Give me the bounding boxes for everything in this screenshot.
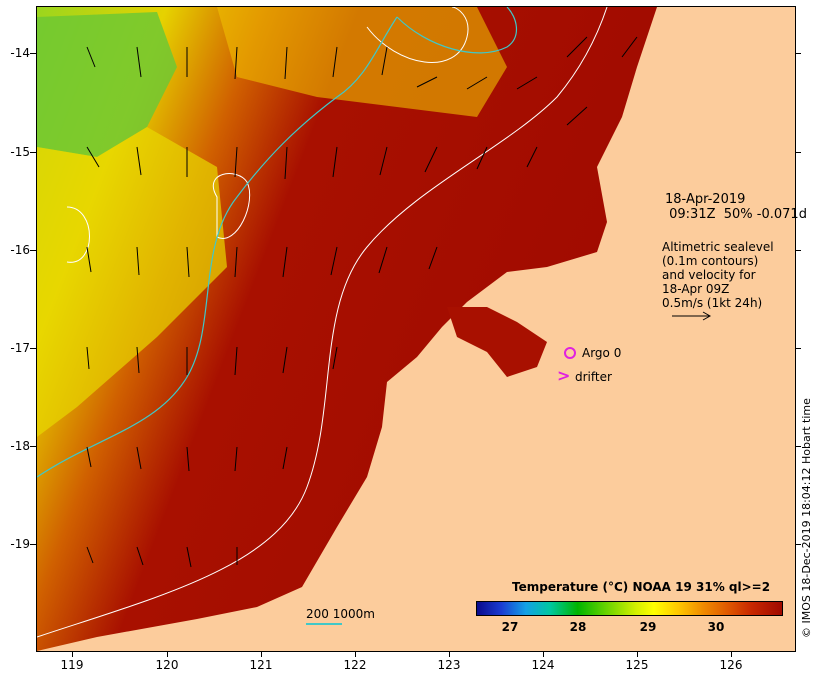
lat-tick	[30, 544, 36, 545]
lon-label: 121	[249, 658, 273, 672]
lon-label: 126	[719, 658, 743, 672]
lon-tick	[543, 651, 544, 657]
lat-label: -19	[10, 537, 30, 551]
time-line: 09:31Z 50% -0.071d	[665, 207, 807, 222]
colorbar-tick: 30	[707, 620, 725, 634]
lat-label: -15	[10, 145, 30, 159]
colorbar-tick: 29	[639, 620, 657, 634]
colorbar-tick: 27	[501, 620, 519, 634]
lon-label: 120	[155, 658, 179, 672]
lon-tick	[449, 651, 450, 657]
lat-label: -14	[10, 46, 30, 60]
isobath-scale-label: 200 1000m	[306, 607, 375, 621]
lat-tick-right	[795, 250, 801, 251]
sst-map-graphic	[37, 7, 712, 651]
lon-tick	[731, 651, 732, 657]
credit-text: © IMOS 18-Dec-2019 18:04:12 Hobart time	[800, 398, 813, 638]
isobath-scale-line	[306, 623, 342, 625]
argo-label: Argo 0	[582, 346, 622, 360]
lon-tick	[637, 651, 638, 657]
argo-marker-icon	[564, 347, 576, 359]
lat-tick	[30, 53, 36, 54]
lon-label: 122	[343, 658, 367, 672]
altimetry-info: Altimetric sealevel (0.1m contours) and …	[662, 240, 774, 310]
drifter-label: drifter	[575, 370, 612, 384]
lat-tick	[30, 348, 36, 349]
date-info: 18-Apr-2019 09:31Z 50% -0.071d	[665, 192, 807, 222]
lat-tick	[30, 446, 36, 447]
lat-tick	[30, 250, 36, 251]
lat-tick-right	[795, 53, 801, 54]
temperature-colorbar	[476, 601, 783, 616]
lat-label: -16	[10, 243, 30, 257]
lat-label: -18	[10, 439, 30, 453]
lon-label: 123	[437, 658, 461, 672]
lat-tick	[30, 152, 36, 153]
drifter-marker-icon: >	[557, 366, 571, 385]
colorbar-title: Temperature (°C) NOAA 19 31% ql>=2	[512, 580, 771, 594]
bay-water	[447, 307, 547, 377]
lon-tick	[167, 651, 168, 657]
lon-tick	[355, 651, 356, 657]
lon-tick	[261, 651, 262, 657]
lat-tick-right	[795, 348, 801, 349]
colorbar-tick: 28	[569, 620, 587, 634]
lon-tick	[72, 651, 73, 657]
lon-label: 124	[531, 658, 555, 672]
lon-label: 119	[60, 658, 84, 672]
lon-label: 125	[625, 658, 649, 672]
lat-tick-right	[795, 152, 801, 153]
lat-label: -17	[10, 341, 30, 355]
sst-map[interactable]	[36, 6, 796, 652]
date-line: 18-Apr-2019	[665, 192, 746, 207]
